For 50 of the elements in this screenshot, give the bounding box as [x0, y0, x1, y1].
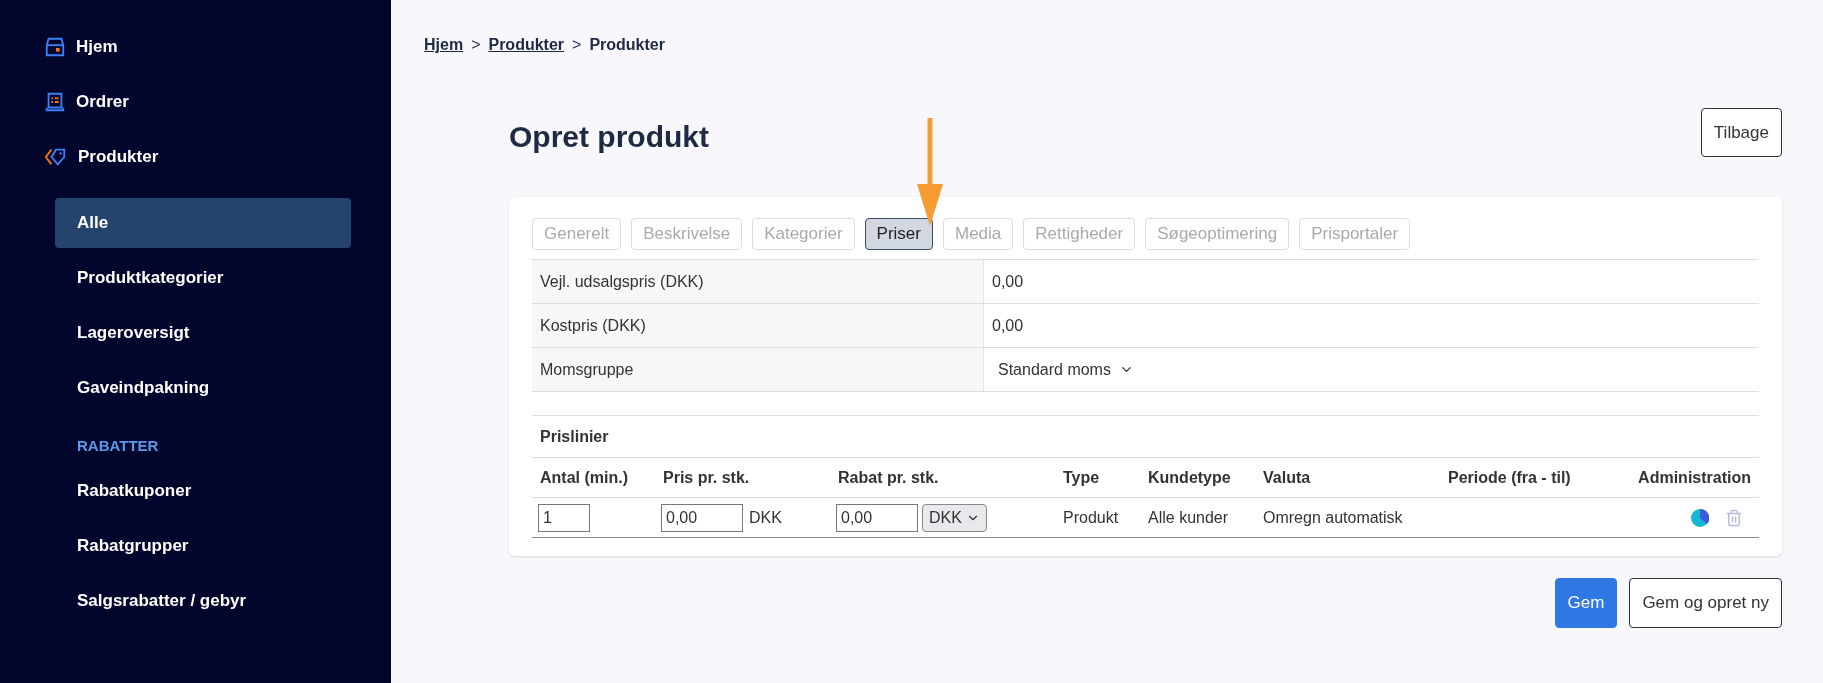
tab[interactable]: Priser — [864, 218, 933, 250]
column-header: Type — [1055, 458, 1140, 498]
sidebar-item[interactable]: Salgsrabatter / gebyr — [55, 575, 351, 626]
sidebar-item[interactable]: Rabatgrupper — [55, 520, 351, 571]
sidebar-item[interactable]: Hjem — [0, 19, 391, 74]
currency-select[interactable]: DKK — [922, 503, 987, 532]
breadcrumb-link[interactable]: Hjem — [424, 33, 464, 57]
sidebar-item[interactable]: Ordrer — [0, 74, 391, 129]
currency-label: DKK — [749, 507, 782, 528]
vat-group-select[interactable]: Standard moms — [998, 348, 1134, 391]
sidebar-item[interactable]: Produkter — [0, 129, 391, 184]
table-cell: Produkt — [1055, 498, 1140, 538]
quantity-input[interactable]: 1 — [538, 503, 590, 532]
field-value[interactable]: 0,00 — [984, 260, 1032, 303]
column-header: Rabat pr. stk. — [830, 458, 1055, 498]
house-icon — [44, 35, 66, 58]
breadcrumb-separator: > — [572, 35, 582, 55]
sidebar-item-label: Ordrer — [76, 90, 129, 113]
sidebar-item[interactable]: Alle — [55, 198, 351, 248]
table-cell: Omregn automatisk — [1255, 498, 1440, 538]
column-header: Administration — [1605, 458, 1759, 498]
price-input[interactable]: 0,00 — [661, 503, 743, 532]
back-button[interactable]: Tilbage — [1700, 108, 1782, 157]
breadcrumb-link[interactable]: Produkter — [488, 33, 565, 57]
breadcrumb-current: Produkter — [589, 35, 665, 55]
save-button[interactable]: Gem — [1554, 578, 1618, 628]
table-cell: Alle kunder — [1140, 498, 1255, 538]
discount-input[interactable]: 0,00 — [836, 503, 918, 532]
sidebar-item-label: Hjem — [76, 35, 118, 58]
column-header: Valuta — [1255, 458, 1440, 498]
sidebar-item-label: Produkter — [78, 145, 159, 168]
pie-chart-icon[interactable] — [1691, 508, 1709, 527]
column-header: Kundetype — [1140, 458, 1255, 498]
save-and-new-button[interactable]: Gem og opret ny — [1629, 578, 1782, 628]
breadcrumb-separator: > — [471, 35, 481, 55]
column-header: Pris pr. stk. — [655, 458, 830, 498]
column-header: Antal (min.) — [532, 458, 655, 498]
section-heading: RABATTER — [77, 436, 160, 456]
sidebar-item[interactable]: Gaveindpakning — [55, 363, 351, 413]
section-title: Prislinier — [532, 416, 1759, 458]
sidebar-item[interactable]: Rabatkuponer — [55, 465, 351, 516]
sidebar-item[interactable]: Produktkategorier — [55, 253, 351, 303]
document-icon — [44, 90, 66, 113]
field-label: Momsgruppe — [532, 348, 984, 391]
sidebar-item[interactable]: Lageroversigt — [55, 308, 351, 358]
field-label: Vejl. udsalgspris (DKK) — [532, 260, 984, 303]
column-header: Periode (fra - til) — [1440, 458, 1605, 498]
page-title: Opret produkt — [509, 119, 709, 155]
field-label: Kostpris (DKK) — [532, 304, 984, 347]
field-value[interactable]: 0,00 — [984, 304, 1032, 347]
